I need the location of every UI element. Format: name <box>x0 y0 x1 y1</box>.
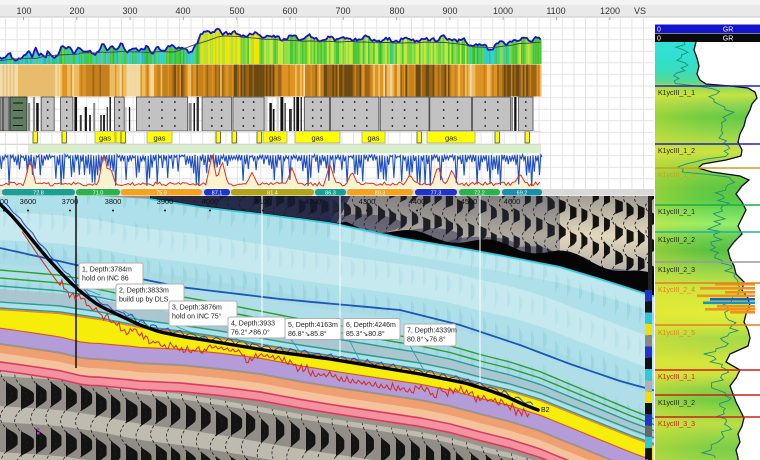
svg-text:gas: gas <box>367 134 379 143</box>
svg-text:1200: 1200 <box>600 6 620 16</box>
svg-text:7, Depth:4339m: 7, Depth:4339m <box>407 328 457 335</box>
svg-text:GR: GR <box>723 27 734 34</box>
svg-text:gas: gas <box>311 134 323 143</box>
svg-text:71.0: 71.0 <box>93 191 104 197</box>
svg-text:gas: gas <box>99 134 111 143</box>
svg-text:K1ycIII_3_2: K1ycIII_3_2 <box>658 400 695 407</box>
svg-text:3600: 3600 <box>20 197 37 206</box>
svg-text:hold on INC 86: hold on INC 86 <box>82 276 129 283</box>
svg-text:build up by DLS: build up by DLS <box>119 297 169 304</box>
svg-text:2, Depth:3833m: 2, Depth:3833m <box>119 288 169 295</box>
svg-text:4400: 4400 <box>409 197 426 206</box>
svg-text:86.3: 86.3 <box>325 191 336 197</box>
svg-text:K1ycIII_3_1: K1ycIII_3_1 <box>658 374 695 381</box>
svg-text:K1ycIII_2_3: K1ycIII_2_3 <box>658 267 695 274</box>
svg-text:3900: 3900 <box>157 197 174 206</box>
svg-text:900: 900 <box>442 6 457 16</box>
svg-text:K1ycIII_1_3: K1ycIII_1_3 <box>658 172 695 179</box>
svg-text:75.9: 75.9 <box>156 191 167 197</box>
svg-text:gas: gas <box>269 134 281 143</box>
svg-text:gas: gas <box>445 134 457 143</box>
svg-text:700: 700 <box>335 6 350 16</box>
svg-text:K1ycIII_2_5: K1ycIII_2_5 <box>658 330 695 337</box>
svg-text:0: 0 <box>657 27 661 34</box>
svg-text:76.2°↗86.0°: 76.2°↗86.0° <box>231 329 270 337</box>
svg-text:GR: GR <box>723 36 734 43</box>
svg-text:3800: 3800 <box>105 197 122 206</box>
svg-text:B2: B2 <box>541 407 550 414</box>
svg-text:VS: VS <box>634 6 646 16</box>
svg-text:300: 300 <box>122 6 137 16</box>
svg-text:3, Depth:3876m: 3, Depth:3876m <box>172 305 222 312</box>
svg-text:K1ycIII_3_3: K1ycIII_3_3 <box>658 421 695 428</box>
svg-text:4500: 4500 <box>461 197 478 206</box>
svg-text:87.1: 87.1 <box>212 191 223 197</box>
svg-text:hold on INC 75°: hold on INC 75° <box>172 313 222 321</box>
svg-text:6, Depth:4246m: 6, Depth:4246m <box>346 322 396 329</box>
svg-text:69.2: 69.2 <box>517 191 528 197</box>
svg-text:77.3: 77.3 <box>431 191 442 197</box>
svg-text:K1ycIII_1_2: K1ycIII_1_2 <box>658 148 695 155</box>
svg-text:500: 500 <box>229 6 244 16</box>
svg-text:K1ycIII_2_2: K1ycIII_2_2 <box>658 237 695 244</box>
svg-text:4100: 4100 <box>255 197 272 206</box>
svg-text:85.3°↘80.8°: 85.3°↘80.8° <box>346 330 385 338</box>
svg-text:86.8°↘85.8°: 86.8°↘85.8° <box>288 330 327 338</box>
svg-text:200: 200 <box>69 6 84 16</box>
svg-text:K1ycIII_2_4: K1ycIII_2_4 <box>658 287 695 294</box>
svg-text:4300: 4300 <box>359 197 376 206</box>
svg-text:81.4: 81.4 <box>267 191 278 197</box>
svg-text:1, Depth:3784m: 1, Depth:3784m <box>82 267 132 274</box>
svg-text:600: 600 <box>282 6 297 16</box>
svg-text:3700: 3700 <box>62 197 79 206</box>
svg-text:400: 400 <box>175 6 190 16</box>
svg-text:800: 800 <box>389 6 404 16</box>
svg-text:72.2: 72.2 <box>474 191 485 197</box>
svg-text:1000: 1000 <box>493 6 513 16</box>
svg-text:0: 0 <box>657 36 661 43</box>
svg-text:1100: 1100 <box>546 6 565 16</box>
svg-text:5, Depth:4163m: 5, Depth:4163m <box>288 322 338 329</box>
svg-text:4, Depth:3933: 4, Depth:3933 <box>231 321 275 328</box>
svg-text:100: 100 <box>16 6 31 16</box>
svg-text:80.3: 80.3 <box>375 191 386 197</box>
svg-text:4000: 4000 <box>202 197 219 206</box>
svg-text:K1ycIII_1_1: K1ycIII_1_1 <box>658 90 695 97</box>
svg-text:4200: 4200 <box>305 197 322 206</box>
svg-text:72.8: 72.8 <box>33 191 44 197</box>
svg-text:4600: 4600 <box>504 197 521 206</box>
svg-text:K1ycIII_2_1: K1ycIII_2_1 <box>658 209 695 216</box>
svg-text:gas: gas <box>153 134 165 143</box>
svg-text:80.8°↘76.8°: 80.8°↘76.8° <box>407 336 446 344</box>
